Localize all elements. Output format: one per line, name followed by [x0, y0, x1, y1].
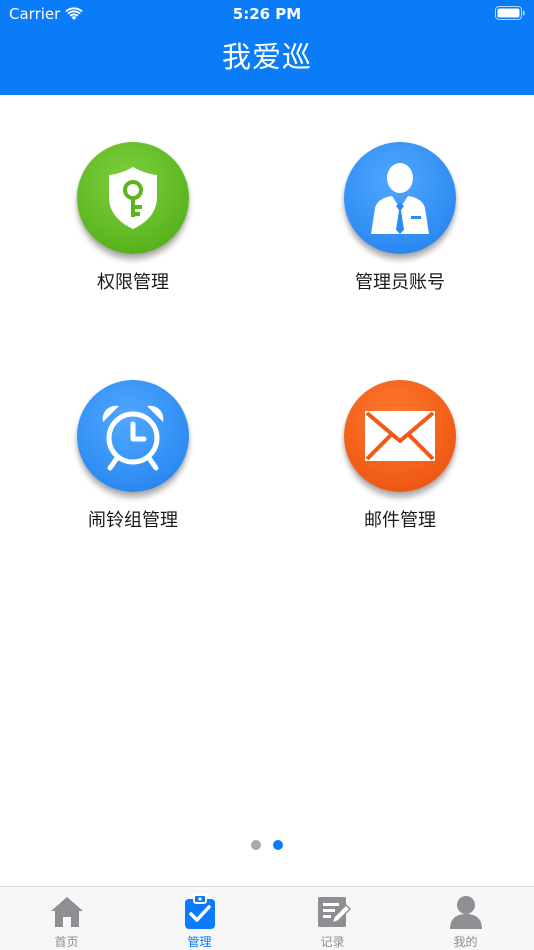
mail-management-button[interactable]: 邮件管理	[300, 380, 500, 532]
admin-user-icon	[371, 163, 429, 234]
home-icon	[50, 897, 83, 927]
page-dot-2-active[interactable]	[273, 840, 283, 850]
admin-account-label: 管理员账号	[355, 272, 445, 293]
tab-records[interactable]: 记录	[266, 887, 399, 950]
alarm-icon-circle[interactable]	[77, 380, 189, 492]
tab-mine-label: 我的	[453, 935, 478, 949]
battery-icon	[495, 6, 525, 20]
page-indicator[interactable]	[0, 840, 534, 850]
permission-icon-circle[interactable]	[77, 142, 189, 254]
permission-management-label: 权限管理	[97, 272, 169, 293]
tab-bar: 首页 管理 记录 我的	[0, 886, 534, 950]
admin-icon-circle[interactable]	[344, 142, 456, 254]
alarm-clock-icon	[102, 405, 164, 471]
shield-key-icon	[109, 167, 157, 229]
person-icon	[449, 896, 482, 929]
page-title: 我爱巡	[221, 40, 312, 74]
tab-home-label: 首页	[54, 935, 79, 949]
page-dot-1[interactable]	[251, 840, 261, 850]
mail-management-label: 邮件管理	[364, 510, 436, 531]
tab-manage[interactable]: 管理	[133, 887, 266, 950]
status-bar: Carrier 5:26 PM	[0, 0, 534, 28]
alarm-group-management-label: 闹铃组管理	[88, 510, 178, 531]
admin-account-button[interactable]: 管理员账号	[300, 142, 500, 294]
alarm-group-management-button[interactable]: 闹铃组管理	[33, 380, 233, 532]
tab-records-label: 记录	[320, 935, 345, 949]
edit-record-icon	[317, 897, 351, 927]
envelope-icon	[365, 411, 435, 461]
status-time: 5:26 PM	[232, 5, 302, 23]
clipboard-check-icon	[184, 894, 215, 929]
nav-header: Carrier 5:26 PM 我爱巡	[0, 0, 534, 95]
mail-icon-circle[interactable]	[344, 380, 456, 492]
tab-mine[interactable]: 我的	[399, 887, 532, 950]
permission-management-button[interactable]: 权限管理	[33, 142, 233, 294]
tab-home[interactable]: 首页	[0, 887, 133, 950]
tab-manage-label: 管理	[187, 935, 212, 949]
